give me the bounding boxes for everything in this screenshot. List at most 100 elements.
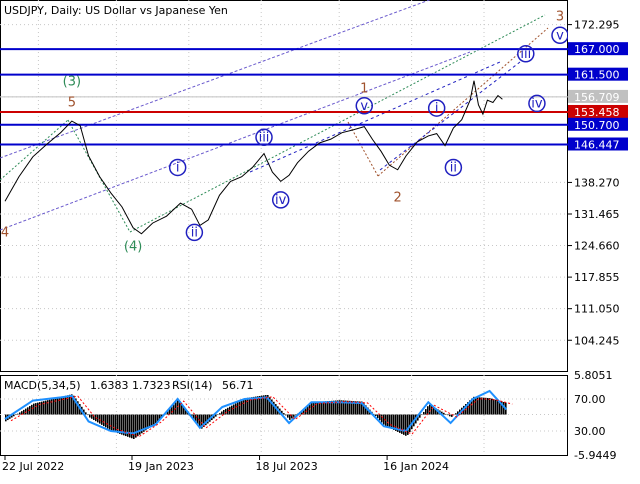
macd-bar [41, 401, 43, 415]
wave-label: ii [191, 225, 198, 240]
macd-bar [177, 400, 179, 415]
chart-title: USDJPY, Daily: US Dollar vs Japanese Yen [4, 4, 228, 17]
macd-bar [313, 402, 315, 415]
macd-bar [37, 402, 39, 415]
x-tick-label: 18 Jul 2023 [256, 460, 318, 473]
wave-label: 1 [360, 82, 368, 97]
macd-bar [293, 414, 295, 417]
macd-bar [31, 404, 33, 415]
wave-label: iii [259, 130, 270, 145]
macd-bar [495, 399, 497, 415]
macd-bar [445, 413, 447, 415]
macd-values: 1.6383 1.7323 [90, 379, 170, 392]
macd-bar [113, 414, 115, 432]
rsi-title: RSI(14) [172, 379, 212, 392]
macd-bar [377, 414, 379, 419]
macd-bar [137, 414, 139, 437]
wave-label: iv [275, 193, 287, 208]
macd-bar [149, 414, 151, 428]
rsi-tick-label: 70.00 [574, 393, 606, 406]
wave-label: 5 [68, 96, 76, 111]
wave-label: v [360, 99, 368, 114]
macd-bar [87, 414, 89, 416]
macd-bar [153, 414, 155, 425]
macd-bar [405, 414, 407, 436]
macd-bar [283, 413, 285, 415]
macd-bar [403, 414, 405, 435]
macd-bar [311, 402, 313, 415]
wave-label: (4) [124, 239, 142, 254]
macd-bar [479, 397, 481, 415]
macd-bar [89, 414, 91, 418]
macd-bar [17, 413, 19, 415]
macd-bar [493, 399, 495, 415]
macd-title: MACD(5,34,5) [4, 379, 81, 392]
x-tick-label: 16 Jan 2024 [383, 460, 449, 473]
macd-bar [237, 402, 239, 415]
macd-bar [491, 398, 493, 415]
macd-bar [425, 409, 427, 415]
macd-bar [241, 400, 243, 415]
y-tick-label: 117.855 [574, 271, 620, 284]
macd-bar [111, 414, 113, 431]
macd-bar [449, 414, 451, 417]
macd-bar [321, 401, 323, 415]
y-tick-label: 104.245 [574, 334, 620, 347]
macd-bar [217, 414, 219, 416]
sub-y-tick-label: -5.9449 [574, 449, 616, 462]
macd-bar [389, 414, 391, 428]
macd-bar [239, 401, 241, 415]
y-tick-label: 161.500 [574, 69, 620, 82]
macd-bar [245, 398, 247, 415]
macd-bar [483, 397, 485, 415]
macd-bar [455, 413, 457, 415]
macd-bar [103, 414, 105, 427]
macd-bar [227, 407, 229, 415]
y-tick-label: 124.660 [574, 240, 620, 253]
wave-label: ii [450, 160, 457, 175]
y-tick-label: 146.447 [574, 139, 620, 152]
chart-root: (3) 5 4 (4) i ii iii iv 1 v 2 i ii iii iv v 3 172.295 167… [0, 0, 640, 480]
macd-bar [221, 411, 223, 415]
y-tick-label: 111.050 [574, 303, 620, 316]
rsi-value: 56.71 [222, 379, 254, 392]
macd-bar [247, 397, 249, 415]
macd-bar [235, 403, 237, 415]
macd-bar [317, 401, 319, 415]
sub-y-tick-label: 5.8051 [574, 369, 613, 382]
y-tick-label: 131.465 [574, 208, 620, 221]
macd-bar [387, 414, 389, 428]
wave-label: v [556, 28, 564, 43]
macd-bar [35, 403, 37, 415]
macd-bar [23, 409, 25, 415]
y-tick-label: 150.700 [574, 119, 620, 132]
x-tick-label: 22 Jul 2022 [2, 460, 64, 473]
macd-bar [133, 414, 135, 439]
wave-label: 2 [394, 191, 402, 206]
macd-bar [485, 397, 487, 415]
macd-bar [443, 412, 445, 415]
macd-bar [107, 414, 109, 429]
macd-bar [423, 411, 425, 415]
y-tick-label: 172.295 [574, 19, 620, 32]
macd-bar [481, 397, 483, 415]
macd-bar [375, 414, 377, 417]
macd-bar [429, 404, 431, 415]
macd-bar [233, 404, 235, 415]
macd-bar [109, 414, 111, 430]
macd-bar [151, 414, 153, 426]
macd-bar [219, 413, 221, 415]
macd-bar [13, 414, 15, 417]
macd-bar [33, 403, 35, 415]
macd-bar [407, 414, 409, 435]
wave-label: 3 [556, 10, 564, 25]
wave-label: iii [520, 47, 531, 62]
y-tick-label: 153.458 [574, 106, 620, 119]
macd-bar [223, 410, 225, 415]
macd-bar [135, 414, 137, 438]
macd-bar [105, 414, 107, 428]
macd-bar [91, 414, 93, 419]
macd-bar [287, 414, 289, 418]
macd-bar [381, 414, 383, 423]
trading-chart: (3)54(4)iiiiiiiv1v2iiiiiiivv3 172.295167… [0, 0, 640, 480]
